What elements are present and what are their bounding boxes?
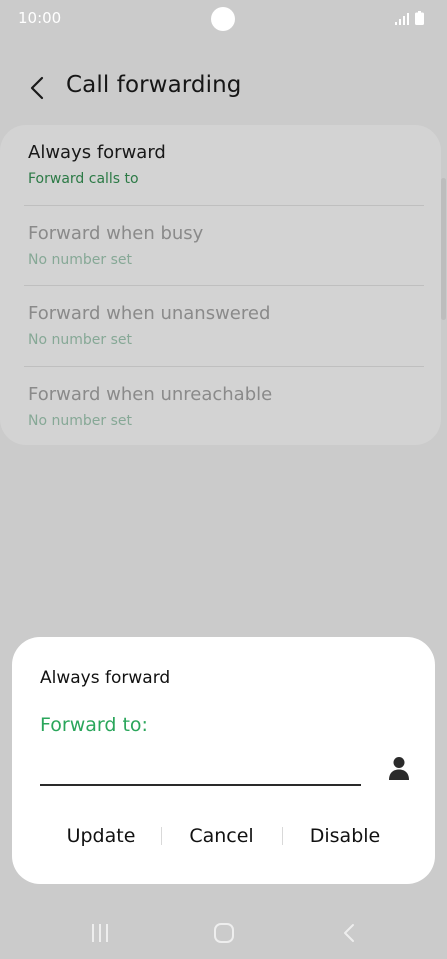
setting-item-title: Forward when unanswered bbox=[28, 303, 271, 324]
settings-card: Always forward Forward calls to Forward … bbox=[0, 125, 441, 445]
button-separator bbox=[282, 827, 283, 845]
person-icon bbox=[389, 757, 409, 780]
setting-item-subtitle: No number set bbox=[28, 413, 132, 429]
home-icon bbox=[214, 923, 234, 943]
update-button[interactable]: Update bbox=[42, 819, 160, 853]
camera-cutout bbox=[211, 7, 235, 31]
back-button[interactable] bbox=[22, 72, 54, 104]
chevron-left-icon bbox=[30, 76, 44, 100]
always-forward-dialog: Always forward Forward to: Update Cancel… bbox=[12, 637, 435, 884]
setting-item-forward-when-busy[interactable]: Forward when busy No number set bbox=[28, 206, 420, 286]
setting-item-title: Forward when busy bbox=[28, 223, 204, 244]
back-icon bbox=[344, 924, 354, 942]
setting-item-subtitle: No number set bbox=[28, 332, 132, 348]
status-time: 10:00 bbox=[18, 9, 62, 27]
cancel-button[interactable]: Cancel bbox=[162, 819, 281, 853]
scrollbar-thumb[interactable] bbox=[441, 178, 446, 320]
forward-number-input[interactable] bbox=[40, 754, 361, 786]
setting-item-subtitle: Forward calls to bbox=[28, 171, 139, 187]
forward-to-label: Forward to: bbox=[40, 714, 148, 736]
setting-item-title: Forward when unreachable bbox=[28, 384, 273, 405]
contacts-button[interactable] bbox=[384, 753, 414, 783]
disable-button[interactable]: Disable bbox=[284, 819, 406, 853]
setting-item-forward-when-unreachable[interactable]: Forward when unreachable No number set bbox=[28, 367, 420, 445]
app-bar: Call forwarding bbox=[0, 60, 447, 116]
status-icons bbox=[395, 11, 429, 27]
setting-item-title: Always forward bbox=[28, 142, 166, 163]
recent-apps-icon bbox=[92, 924, 108, 942]
setting-item-always-forward[interactable]: Always forward Forward calls to bbox=[28, 125, 420, 205]
page-title: Call forwarding bbox=[66, 72, 242, 98]
navigation-bar bbox=[0, 908, 447, 959]
dialog-actions: Update Cancel Disable bbox=[12, 819, 435, 853]
status-bar: 10:00 bbox=[0, 0, 447, 38]
home-button[interactable] bbox=[211, 920, 237, 946]
battery-icon bbox=[415, 11, 424, 25]
dialog-title: Always forward bbox=[40, 668, 171, 688]
setting-item-subtitle: No number set bbox=[28, 252, 132, 268]
signal-icon bbox=[395, 13, 409, 25]
setting-item-forward-when-unanswered[interactable]: Forward when unanswered No number set bbox=[28, 286, 420, 366]
recent-apps-button[interactable] bbox=[87, 920, 113, 946]
nav-back-button[interactable] bbox=[336, 920, 362, 946]
